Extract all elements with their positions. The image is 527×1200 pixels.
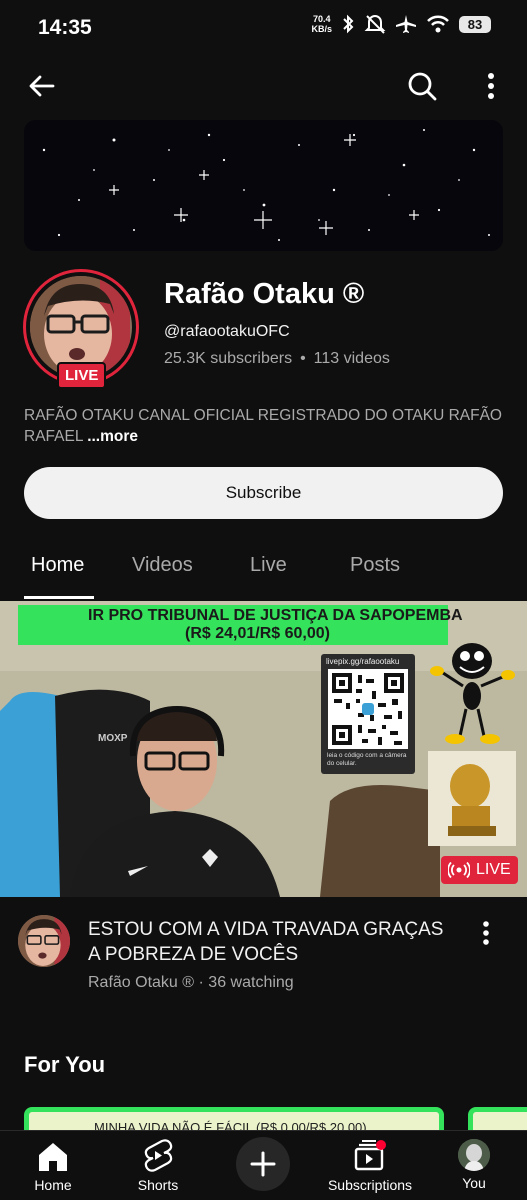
mute-icon [364,15,386,34]
channel-handle: @rafaootakuOFC [164,323,290,340]
video-live-badge: LIVE [441,856,518,884]
nav-you[interactable]: You [452,1131,496,1200]
video-title[interactable]: ESTOU COM A VIDA TRAVADA GRAÇAS A POBREZ… [88,917,448,967]
create-icon [250,1151,276,1177]
bluetooth-icon [343,14,354,34]
avatar-image [30,276,130,376]
qr-url: livepix.gg/rafaootaku [326,657,400,666]
status-time: 14:35 [38,16,92,39]
tab-live[interactable]: Live [250,554,287,577]
nav-subscriptions-label: Subscriptions [327,1177,413,1193]
qr-panel: livepix.gg/rafaootaku leia o código com … [321,654,415,774]
nav-you-label: You [462,1175,486,1191]
live-video-thumbnail[interactable]: MOXP IR PRO TRIBUNAL DE JUSTIÇA DA SAPOP… [0,601,527,897]
network-speed: 70.4 KB/s [311,14,332,34]
avatar-image [458,1139,490,1171]
create-button[interactable] [236,1137,290,1191]
more-options-button[interactable] [476,66,506,106]
status-bar: 14:35 70.4 KB/s 83 [0,0,527,58]
home-icon [39,1143,67,1171]
battery-indicator: 83 [459,15,491,33]
channel-stats: 25.3K subscribers • 113 videos [164,350,390,368]
subscriber-count: 25.3K subscribers [164,350,293,367]
video-live-label: LIVE [476,861,511,878]
qr-code [328,669,408,749]
overlay-line-2: (R$ 24,01/R$ 60,00) [185,625,330,642]
subscriptions-icon [354,1140,386,1171]
separator-dot: • [300,350,306,367]
back-arrow-icon [29,75,55,97]
for-you-heading: For You [24,1052,106,1077]
avatar-image [18,915,70,967]
channel-tabs: Home Videos Live Posts [0,538,527,598]
separator-dot: · [198,974,209,991]
starfield-image [24,120,503,251]
video-channel-name: Rafão Otaku ® [88,974,195,991]
tab-posts[interactable]: Posts [350,554,400,577]
wifi-icon [427,15,449,33]
shorts-icon [144,1139,173,1172]
channel-name: Rafão Otaku ® [164,278,365,310]
svg-text:MOXP: MOXP [98,733,128,744]
search-icon [408,72,437,101]
you-avatar [458,1139,490,1171]
subscribe-button[interactable]: Subscribe [24,467,503,519]
active-tab-indicator [24,596,94,599]
avatar-live-badge: LIVE [57,362,107,389]
qr-code-image [328,669,408,749]
watching-count: 36 watching [208,974,294,991]
nav-home[interactable]: Home [24,1131,82,1200]
overlay-line-1: IR PRO TRIBUNAL DE JUSTIÇA DA SAPOPEMBA [88,607,463,624]
video-count: 113 videos [313,350,390,367]
tab-home[interactable]: Home [31,554,84,577]
video-subtitle: Rafão Otaku ® · 36 watching [88,974,294,992]
status-icons: 70.4 KB/s 83 [311,14,491,34]
tab-videos[interactable]: Videos [132,554,193,577]
channel-banner [24,120,503,251]
stream-scene-image: MOXP [0,601,527,897]
nav-shorts[interactable]: Shorts [128,1131,188,1200]
video-channel-avatar[interactable] [18,915,70,967]
video-more-button[interactable] [474,918,498,948]
golden-statue [428,751,516,846]
qr-caption: leia o código com a câmera do celular. [327,752,407,767]
top-app-bar [0,58,527,114]
more-vert-icon [483,921,489,945]
more-link[interactable]: ...more [87,428,138,445]
airplane-icon [396,15,416,33]
channel-description[interactable]: RAFÃO OTAKU CANAL OFICIAL REGISTRADO DO … [24,405,504,447]
nav-subscriptions[interactable]: Subscriptions [318,1131,422,1200]
more-vert-icon [488,73,494,99]
nav-home-label: Home [34,1177,72,1193]
live-broadcast-icon [448,862,470,878]
nav-shorts-label: Shorts [137,1177,179,1193]
search-button[interactable] [402,66,442,106]
back-button[interactable] [22,66,62,106]
